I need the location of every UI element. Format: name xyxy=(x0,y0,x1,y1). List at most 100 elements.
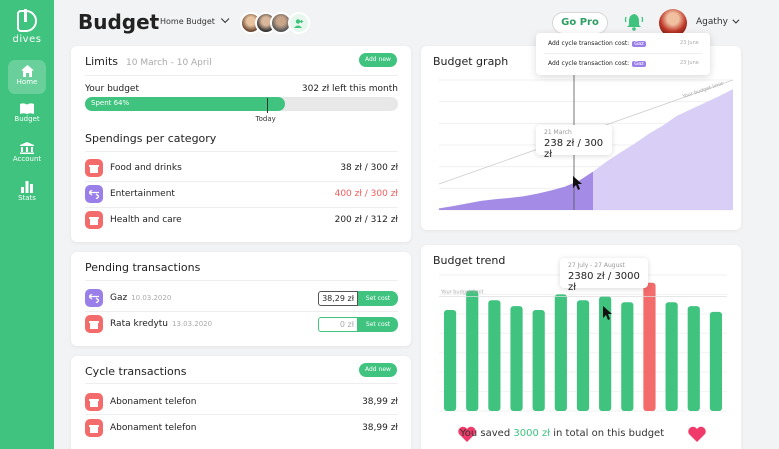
trend-bar xyxy=(443,309,457,411)
sidebar-item-label: Home xyxy=(16,78,38,86)
gift-icon xyxy=(85,315,103,333)
category-name: Entertainment xyxy=(110,189,175,199)
cycle-value: 38,99 zł xyxy=(362,423,398,433)
divider xyxy=(85,414,398,415)
pending-title: Pending transactions xyxy=(85,261,201,274)
set-cost-button[interactable]: Set cost xyxy=(358,291,398,306)
category-name: Health and care xyxy=(110,215,182,225)
notification-dropdown: Add cycle transaction cost: Gaz 23 June Ad… xyxy=(536,33,710,75)
bell-icon[interactable] xyxy=(624,13,644,31)
pending-date: 13.03.2020 xyxy=(172,320,213,328)
cursor-icon xyxy=(573,176,582,190)
notification-date: 23 June xyxy=(680,60,699,66)
home-icon xyxy=(20,65,34,77)
divider xyxy=(85,280,398,281)
notification-text: Add cycle transaction cost: xyxy=(548,60,630,67)
pending-name-text: Gaz xyxy=(110,293,128,303)
trend-bar xyxy=(643,282,656,411)
gift-icon xyxy=(85,159,103,177)
chevron-down-icon xyxy=(732,16,740,24)
divider xyxy=(85,181,398,182)
trend-bar xyxy=(687,306,700,411)
category-value: 200 zł / 312 zł xyxy=(334,215,398,225)
amount-input[interactable]: 0 zł xyxy=(318,317,358,332)
divider xyxy=(544,53,702,54)
spent-label: Spent 64% xyxy=(91,99,130,107)
gift-icon xyxy=(85,419,103,437)
amount-input[interactable]: 38,29 zł xyxy=(318,291,358,306)
gift-icon xyxy=(85,393,103,411)
bar-chart-icon xyxy=(21,181,33,193)
trend-bar xyxy=(554,294,567,411)
divider xyxy=(85,207,398,208)
budget-progress-bar: Spent 64% xyxy=(85,97,398,111)
add-user-icon xyxy=(294,18,303,28)
sidebar-item-home[interactable]: Home xyxy=(8,60,46,94)
add-member-button[interactable] xyxy=(288,12,310,34)
your-budget-label: Your budget xyxy=(85,84,139,94)
budget-graph-tooltip: 21 March 238 zł / 300 zł xyxy=(536,125,612,160)
add-cycle-button[interactable]: Add new xyxy=(359,363,397,377)
tooltip-value: 238 zł / 300 zł xyxy=(544,138,604,160)
divider xyxy=(85,311,398,312)
savings-suffix: in total on this budget xyxy=(553,428,665,439)
bank-icon xyxy=(20,142,34,154)
savings-message: You saved 3000 zł in total on this budge… xyxy=(460,428,664,439)
add-limit-button[interactable]: Add new xyxy=(359,53,397,67)
chevron-down-icon xyxy=(220,14,230,24)
pending-name-text: Rata kredytu xyxy=(110,319,168,329)
notification-tag: Gaz xyxy=(632,61,646,67)
sidebar-item-account[interactable]: Account xyxy=(8,137,46,171)
user-menu[interactable]: Agathy xyxy=(696,16,740,27)
category-value: 400 zł / 300 zł xyxy=(334,189,398,199)
tooltip-value: 2380 zł / 3000 zł xyxy=(568,271,640,293)
page-title: Budget xyxy=(78,10,160,34)
limits-title-text: Limits xyxy=(85,55,118,68)
pending-name: Rata kredytu 13.03.2020 xyxy=(110,319,212,329)
notification-tag: Gaz xyxy=(632,41,646,47)
pending-date: 10.03.2020 xyxy=(131,294,172,302)
notification-item[interactable]: Add cycle transaction cost: Gaz 23 June xyxy=(548,40,699,47)
pending-name: Gaz 10.03.2020 xyxy=(110,293,171,303)
budget-progress-fill: Spent 64% xyxy=(85,97,286,111)
logo[interactable]: dives xyxy=(0,9,54,45)
trend-bar xyxy=(709,311,723,411)
divider xyxy=(85,151,398,152)
sidebar-item-budget[interactable]: Budget xyxy=(8,98,46,132)
gift-icon xyxy=(85,211,103,229)
sidebar-item-stats[interactable]: Stats xyxy=(8,176,46,210)
sidebar: dives Home Budget Account Stats xyxy=(0,0,54,449)
trend-bar xyxy=(576,300,590,411)
set-cost-button[interactable]: Set cost xyxy=(358,317,398,332)
go-pro-button[interactable]: Go Pro xyxy=(552,12,608,34)
heart-icon xyxy=(688,426,706,442)
arrows-icon xyxy=(85,185,103,203)
cycle-name: Abonament telefon xyxy=(110,423,197,433)
area-actual xyxy=(439,171,593,210)
category-name: Food and drinks xyxy=(110,163,182,173)
trend-bar xyxy=(488,300,501,411)
tooltip-date: 27 July - 27 August xyxy=(568,262,625,269)
today-marker xyxy=(266,98,268,113)
arrows-icon xyxy=(85,289,103,307)
limits-period: 10 March - 10 April xyxy=(126,58,212,68)
divider xyxy=(85,75,398,76)
notification-date: 23 June xyxy=(680,40,699,46)
budget-left: 302 zł left this month xyxy=(301,84,398,94)
spendings-title: Spendings per category xyxy=(85,132,217,145)
cursor-icon xyxy=(603,306,612,320)
savings-amount: 3000 zł xyxy=(513,428,551,439)
cycle-value: 38,99 zł xyxy=(362,397,398,407)
tooltip-date: 21 March xyxy=(544,129,572,136)
trend-bar xyxy=(621,302,634,411)
notification-text: Add cycle transaction cost: xyxy=(548,40,630,47)
project-selector[interactable]: Home Budget xyxy=(160,14,230,26)
sidebar-item-label: Stats xyxy=(18,194,36,202)
trend-bar xyxy=(665,302,678,411)
notification-item[interactable]: Add cycle transaction cost: Gaz 23 June xyxy=(548,60,699,67)
logo-mark-icon xyxy=(17,9,37,32)
area-projected xyxy=(593,89,733,210)
project-name: Home Budget xyxy=(160,17,215,26)
sidebar-item-label: Budget xyxy=(14,115,40,123)
logo-text: dives xyxy=(12,34,42,45)
